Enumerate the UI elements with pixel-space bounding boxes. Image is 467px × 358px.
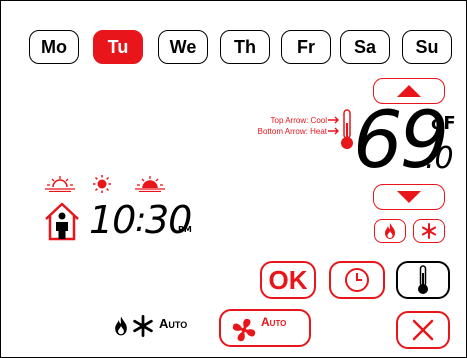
thermostat-panel: Mo Tu We Th Fr Sa Su Top Arrow: Cool Bot… [0,0,467,358]
ok-button[interactable]: OK [260,261,316,299]
moon-icon [190,177,197,191]
temp-down-button[interactable] [373,184,445,210]
temperature-unit: oF [431,113,456,134]
day-button-sa[interactable]: Sa [340,30,390,64]
close-icon [412,319,434,341]
flame-status-icon [115,316,127,336]
day-button-we[interactable]: We [158,30,208,64]
day-button-th[interactable]: Th [220,30,270,64]
home-occupied-icon [45,202,79,241]
day-button-mo[interactable]: Mo [29,30,79,64]
mode-status-label: Auto [159,316,188,331]
temperature-decimal: .0 [425,141,454,176]
cool-mode-button[interactable] [413,219,445,243]
snowflake-icon [421,223,437,239]
fan-auto-button[interactable]: Auto [219,309,311,347]
cool-hint: Top Arrow: Cool [270,116,327,125]
heat-hint: Bottom Arrow: Heat [257,127,327,136]
cancel-button[interactable] [396,311,450,349]
flame-icon [385,223,395,239]
thermometer-icon [418,265,428,294]
arrow-down-icon [397,191,421,203]
snowflake-status-icon [133,315,153,337]
temperature-button[interactable] [396,261,450,299]
time-ampm: PM [178,225,192,234]
day-button-su[interactable]: Su [402,30,452,64]
fan-icon [232,318,256,342]
schedule-button[interactable] [329,261,385,299]
fan-auto-label: Auto [261,315,287,329]
sunrise-icon [45,176,75,192]
time-hours: 10 [89,198,136,242]
ok-label: OK [268,264,308,295]
heat-mode-button[interactable] [374,219,406,243]
clock-icon [345,268,369,292]
day-button-fr[interactable]: Fr [281,30,331,64]
day-button-tu[interactable]: Tu [93,30,143,64]
sunset-icon [135,176,165,192]
sun-icon [93,175,111,193]
